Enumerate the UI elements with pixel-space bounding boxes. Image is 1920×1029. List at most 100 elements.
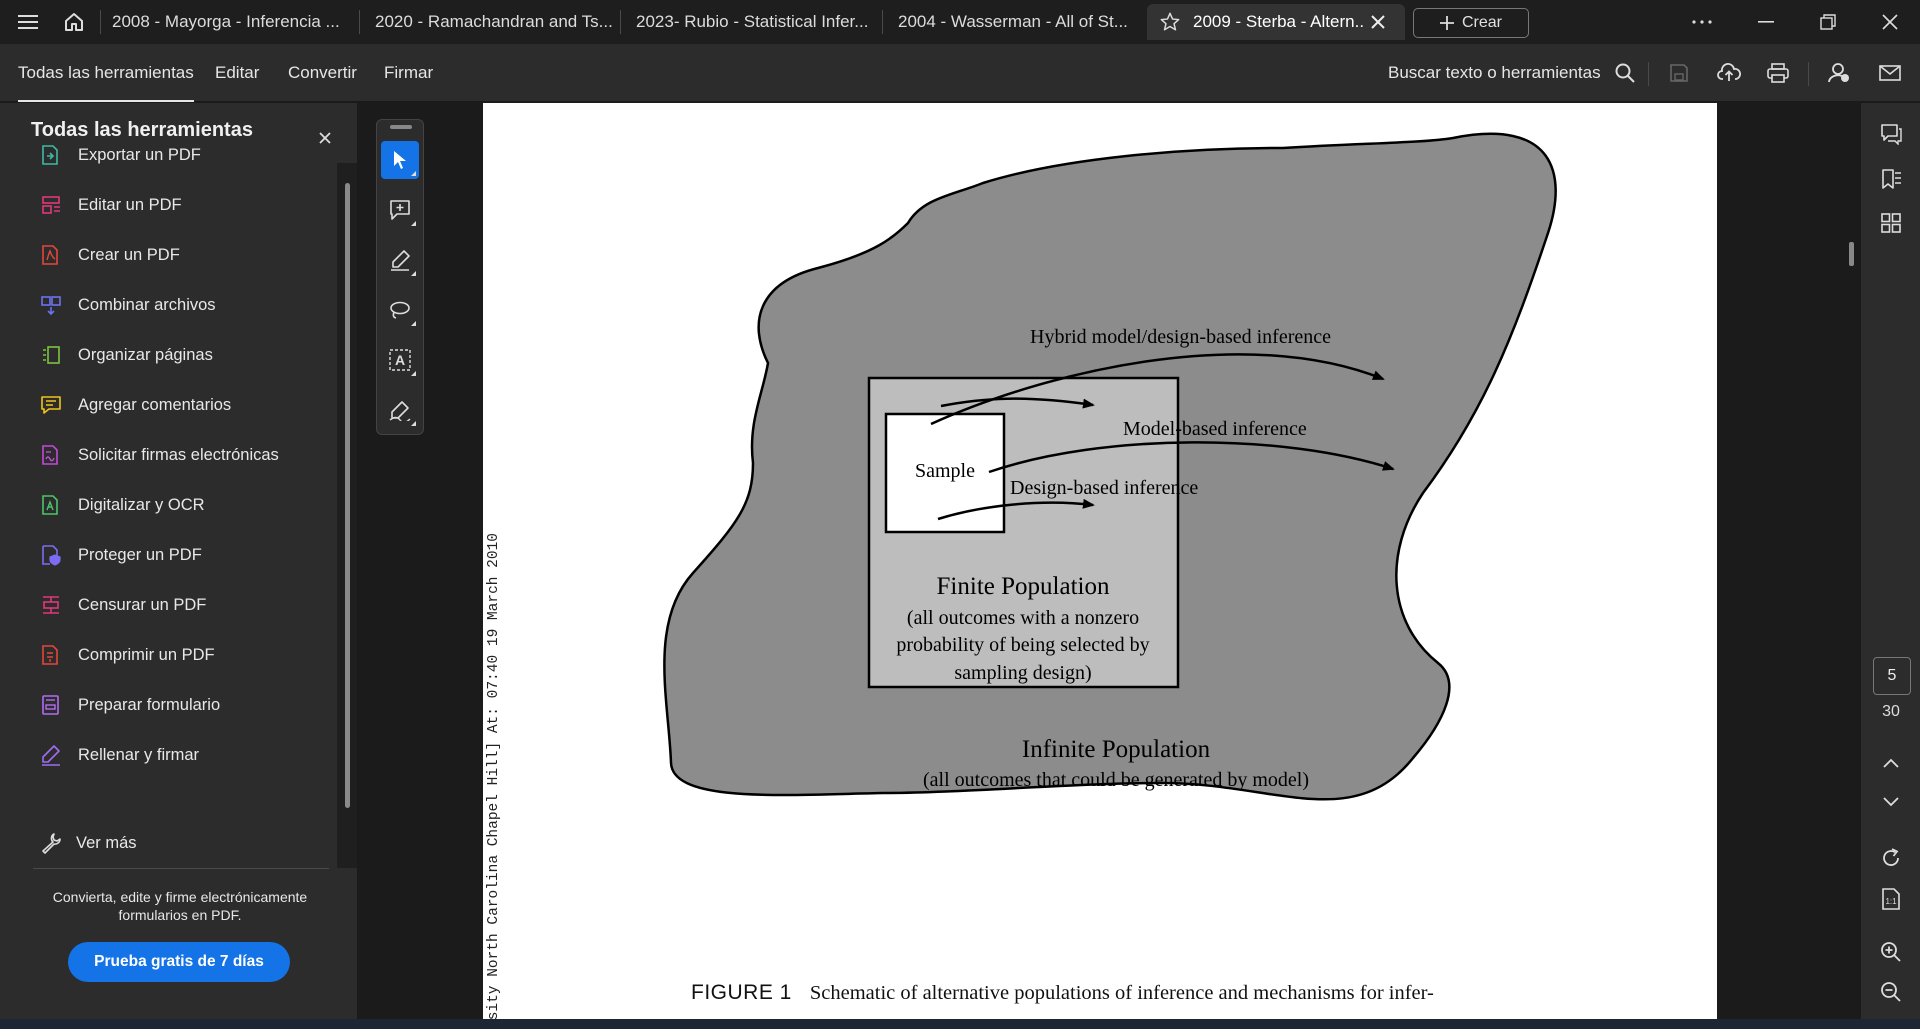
tab-document[interactable]: 2004 - Wasserman - All of St...: [898, 4, 1138, 40]
tool-item[interactable]: Proteger un PDF: [18, 533, 328, 577]
tab-document[interactable]: 2023- Rubio - Statistical Infer...: [636, 4, 876, 40]
wrench-icon: [40, 832, 62, 854]
hybrid-label: Hybrid model/design-based inference: [1030, 326, 1331, 348]
zoom-in-icon[interactable]: [1861, 932, 1920, 972]
email-icon[interactable]: [1870, 44, 1910, 102]
tab-document-active[interactable]: 2009 - Sterba - Altern...: [1147, 4, 1405, 40]
model-label: Model-based inference: [1123, 418, 1307, 440]
infinite-title: Infinite Population: [1022, 736, 1211, 763]
sample-label: Sample: [915, 460, 975, 482]
tool-item-label: Editar un PDF: [78, 195, 182, 214]
create-label: Crear: [1461, 14, 1502, 31]
add-comment-tool-button[interactable]: [381, 191, 419, 229]
menu-all-tools[interactable]: Todas las herramientas: [18, 44, 194, 102]
panel-scrollbar-thumb[interactable]: [345, 183, 350, 808]
svg-text:1:1: 1:1: [1885, 897, 1897, 906]
tool-item[interactable]: Agregar comentarios: [18, 383, 328, 427]
tool-item-label: Crear un PDF: [78, 245, 180, 264]
prepare-form-icon: [40, 694, 62, 716]
comments-icon[interactable]: [1861, 114, 1920, 154]
organize-pages-icon: [40, 344, 62, 366]
tab-label: 2023- Rubio - Statistical Infer...: [636, 12, 869, 31]
close-window-icon[interactable]: [1860, 0, 1920, 44]
see-more-button[interactable]: Ver más: [18, 821, 328, 865]
free-trial-button[interactable]: Prueba gratis de 7 días: [68, 942, 290, 982]
star-icon[interactable]: [1159, 11, 1181, 33]
rotate-icon[interactable]: [1861, 838, 1920, 878]
tool-item-label: Exportar un PDF: [78, 145, 201, 164]
fill-sign-icon: [40, 744, 62, 766]
redact-pdf-icon: [40, 594, 62, 616]
menu-edit[interactable]: Editar: [215, 44, 259, 102]
tab-label: 2009 - Sterba - Altern...: [1193, 12, 1363, 31]
menu-bar: Todas las herramientas Editar Convertir …: [0, 44, 1920, 102]
next-page-icon[interactable]: [1861, 782, 1920, 822]
fit-page-icon[interactable]: 1:1: [1861, 879, 1920, 919]
save-icon[interactable]: [1659, 44, 1699, 102]
pdf-page: rsity North Carolina Chapel Hill] At: 07…: [483, 103, 1717, 1029]
more-options-icon[interactable]: [1672, 0, 1732, 44]
search-icon: [1615, 63, 1635, 83]
lasso-icon: [390, 301, 410, 319]
tool-item[interactable]: Exportar un PDF: [18, 133, 328, 177]
scan-ocr-icon: [40, 494, 62, 516]
export-pdf-icon: [40, 144, 62, 166]
figure-caption: FIGURE 1 Schematic of alternative populat…: [691, 981, 1434, 1005]
toolbar-grip[interactable]: [390, 125, 412, 129]
plus-icon: [1439, 16, 1454, 30]
print-icon[interactable]: [1758, 44, 1798, 102]
thumbnails-icon[interactable]: [1861, 203, 1920, 243]
tool-item[interactable]: Digitalizar y OCR: [18, 483, 328, 527]
previous-page-icon[interactable]: [1861, 743, 1920, 783]
tool-item[interactable]: Solicitar firmas electrónicas: [18, 433, 328, 477]
close-tab-icon[interactable]: [1371, 15, 1385, 29]
tool-item[interactable]: Preparar formulario: [18, 683, 328, 727]
figure-schematic: Hybrid model/design-based inference Mode…: [663, 132, 1557, 801]
edit-pdf-icon: [40, 194, 62, 216]
cloud-upload-icon[interactable]: [1709, 44, 1749, 102]
home-icon[interactable]: [54, 0, 94, 44]
create-pdf-icon: [40, 244, 62, 266]
draw-tool-button[interactable]: [381, 291, 419, 329]
tool-item-label: Solicitar firmas electrónicas: [78, 445, 279, 464]
highlight-tool-button[interactable]: [381, 241, 419, 279]
menu-sign[interactable]: Firmar: [384, 44, 433, 102]
current-page-input[interactable]: 5: [1873, 657, 1911, 695]
quick-tools-toolbar: A: [376, 119, 424, 435]
create-button[interactable]: Crear: [1413, 8, 1529, 38]
document-scrollbar-thumb[interactable]: [1849, 242, 1854, 266]
minimize-icon[interactable]: [1736, 0, 1796, 44]
hamburger-menu-icon[interactable]: [8, 0, 48, 44]
tool-item[interactable]: Combinar archivos: [18, 283, 328, 327]
search-tools-button[interactable]: Buscar texto o herramientas: [1388, 44, 1635, 102]
compress-pdf-icon: [40, 644, 62, 666]
finite-desc-2: probability of being selected by: [896, 634, 1149, 656]
tool-item[interactable]: Crear un PDF: [18, 233, 328, 277]
caption-text: Schematic of alternative populations of …: [809, 982, 1434, 1004]
tab-document[interactable]: 2008 - Mayorga - Inferencia ...: [112, 4, 352, 40]
text-tool-button[interactable]: A: [381, 341, 419, 379]
tool-item-label: Combinar archivos: [78, 295, 216, 314]
pen-sign-icon: [389, 401, 411, 421]
tool-item[interactable]: Rellenar y firmar: [18, 733, 328, 777]
zoom-out-icon[interactable]: [1861, 972, 1920, 1012]
protect-pdf-icon: [40, 544, 62, 566]
svg-text:A: A: [395, 352, 405, 368]
bookmarks-icon[interactable]: [1861, 159, 1920, 199]
highlighter-icon: [391, 250, 410, 271]
tool-item-label: Digitalizar y OCR: [78, 495, 205, 514]
select-tool-button[interactable]: [381, 141, 419, 179]
tab-label: 2008 - Mayorga - Inferencia ...: [112, 12, 340, 31]
promo-text: Convierta, edite y firme electrónicament…: [52, 889, 308, 923]
tab-document[interactable]: 2020 - Ramachandran and Ts...: [375, 4, 615, 40]
restore-icon[interactable]: [1798, 0, 1858, 44]
menu-convert[interactable]: Convertir: [288, 44, 357, 102]
tool-item-label: Agregar comentarios: [78, 395, 232, 414]
tool-item[interactable]: Editar un PDF: [18, 183, 328, 227]
tool-item[interactable]: Comprimir un PDF: [18, 633, 328, 677]
tool-item[interactable]: Censurar un PDF: [18, 583, 328, 627]
sign-tool-button[interactable]: [381, 391, 419, 429]
tool-item[interactable]: Organizar páginas: [18, 333, 328, 377]
taskbar-strip: [0, 1019, 1920, 1029]
share-user-icon[interactable]: [1819, 44, 1859, 102]
